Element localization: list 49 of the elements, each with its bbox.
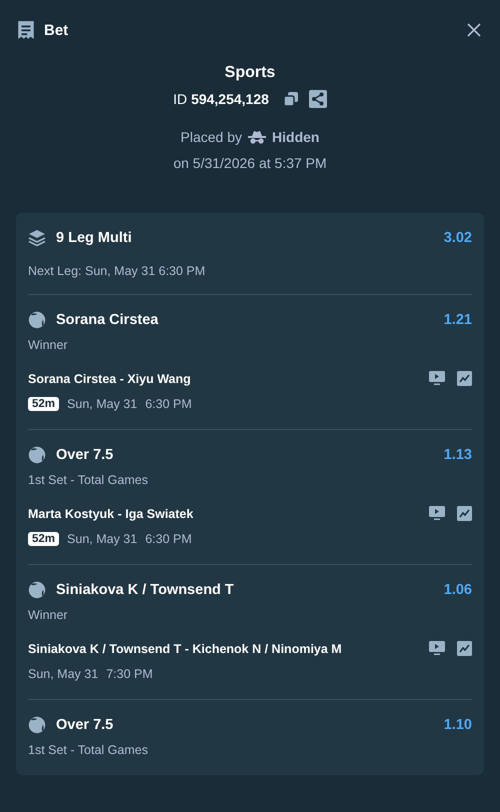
odds: 1.21 bbox=[444, 312, 472, 328]
placed-date: on 5/31/2026 at 5:37 PM bbox=[173, 155, 327, 171]
selection-name: Over 7.5 bbox=[56, 717, 114, 733]
event-time: 6:30 PM bbox=[145, 397, 192, 411]
event-date: Sun, May 31 bbox=[67, 532, 138, 546]
odds: 1.13 bbox=[444, 447, 472, 463]
event-name: Marta Kostyuk - Iga Swiatek bbox=[28, 506, 194, 520]
odds: 1.10 bbox=[444, 717, 472, 733]
market-name: 1st Set - Total Games bbox=[28, 743, 149, 757]
copy-button[interactable] bbox=[282, 91, 299, 107]
receipt-icon bbox=[17, 20, 35, 40]
tennis-ball-icon bbox=[28, 311, 46, 329]
event-name: Siniakova K / Townsend T - Kichenok N / Ninomiya M bbox=[28, 642, 343, 656]
selection-name: Over 7.5 bbox=[56, 447, 114, 463]
market-name: Winner bbox=[28, 338, 69, 352]
placed-by-user: Hidden bbox=[272, 129, 320, 145]
market-name: Winner bbox=[28, 608, 69, 622]
selection-name: Siniakova K / Townsend T bbox=[56, 582, 235, 598]
tennis-ball-icon bbox=[28, 581, 46, 599]
event-time: 7:30 PM bbox=[106, 667, 153, 681]
next-leg-time: Next Leg: Sun, May 31 6:30 PM bbox=[28, 264, 206, 278]
live-stream-button[interactable] bbox=[429, 506, 445, 521]
layers-icon bbox=[28, 229, 46, 247]
live-stream-button[interactable] bbox=[429, 371, 445, 386]
live-badge: 52m bbox=[28, 532, 60, 546]
multi-title: 9 Leg Multi bbox=[56, 230, 133, 246]
close-button[interactable] bbox=[465, 21, 483, 39]
dialog-title: Bet bbox=[44, 22, 70, 38]
odds: 1.06 bbox=[444, 582, 472, 598]
share-button[interactable] bbox=[308, 90, 327, 108]
event-time: 6:30 PM bbox=[145, 532, 192, 546]
id-label: ID bbox=[173, 91, 188, 107]
live-stream-button[interactable] bbox=[429, 641, 445, 656]
placed-by-label: Placed by bbox=[180, 129, 242, 145]
event-date: Sun, May 31 bbox=[28, 667, 98, 681]
incognito-icon bbox=[248, 130, 266, 144]
stats-button[interactable] bbox=[457, 641, 472, 656]
bet-category: Sports bbox=[224, 64, 276, 82]
market-name: 1st Set - Total Games bbox=[28, 473, 149, 487]
event-name: Sorana Cirstea - Xiyu Wang bbox=[28, 372, 192, 386]
stats-button[interactable] bbox=[457, 506, 472, 521]
odds: 3.02 bbox=[444, 230, 472, 246]
bet-id: 594,254,128 bbox=[191, 91, 269, 107]
selection-name: Sorana Cirstea bbox=[56, 312, 160, 328]
stats-button[interactable] bbox=[457, 371, 472, 386]
live-badge: 52m bbox=[28, 397, 60, 411]
tennis-ball-icon bbox=[28, 446, 46, 464]
tennis-ball-icon bbox=[28, 716, 46, 734]
event-date: Sun, May 31 bbox=[67, 397, 138, 411]
